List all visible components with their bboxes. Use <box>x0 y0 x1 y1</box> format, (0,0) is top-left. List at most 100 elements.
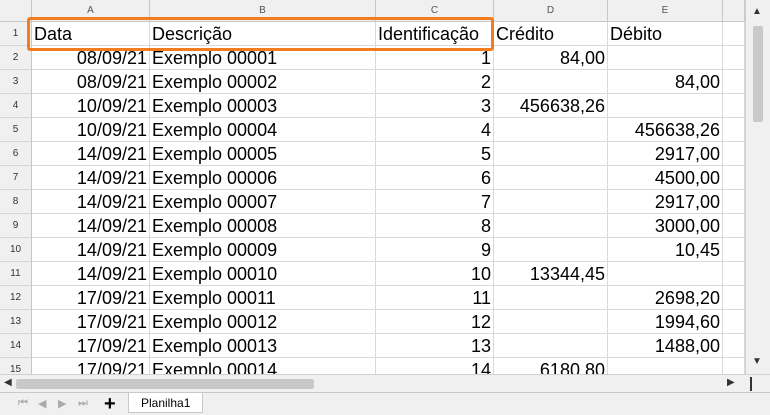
row-header[interactable]: 3 <box>0 70 32 94</box>
scroll-left-icon[interactable]: ◀ <box>4 377 12 388</box>
cell-c[interactable]: 3 <box>376 94 494 118</box>
spreadsheet-grid[interactable]: A B C D E 1 Data Descrição Identificação Crédito D… <box>0 0 770 415</box>
row-header[interactable]: 4 <box>0 94 32 118</box>
cell-c[interactable]: 11 <box>376 286 494 310</box>
sheet-tab-planilha1[interactable]: Planilha1 <box>128 393 204 413</box>
cell-f[interactable] <box>723 310 745 334</box>
row-header[interactable]: 7 <box>0 166 32 190</box>
cell-d[interactable] <box>494 214 608 238</box>
cell-c[interactable]: 1 <box>376 46 494 70</box>
row-header[interactable]: 13 <box>0 310 32 334</box>
horizontal-scrollbar[interactable]: ◀ ▶ <box>0 374 770 392</box>
cell-f[interactable] <box>723 238 745 262</box>
column-header-c[interactable]: C <box>376 0 494 22</box>
cell-b[interactable]: Exemplo 00007 <box>150 190 376 214</box>
next-sheet-icon[interactable]: ▶ <box>58 397 66 410</box>
cell-c[interactable]: 8 <box>376 214 494 238</box>
cell-e[interactable]: 1994,60 <box>608 310 723 334</box>
scroll-up-icon[interactable]: ▲ <box>752 6 762 17</box>
cell-b[interactable]: Exemplo 00003 <box>150 94 376 118</box>
header-cell-a[interactable]: Data <box>32 22 150 46</box>
header-cell-b[interactable]: Descrição <box>150 22 376 46</box>
column-header-a[interactable]: A <box>32 0 150 22</box>
vertical-scrollbar[interactable]: ▲ ▼ <box>745 0 770 374</box>
cell-f[interactable] <box>723 262 745 286</box>
cell-e[interactable] <box>608 46 723 70</box>
first-sheet-icon[interactable]: ⏮ <box>18 397 28 410</box>
cell-d[interactable] <box>494 166 608 190</box>
select-all-corner[interactable] <box>0 0 32 22</box>
cell-d[interactable] <box>494 70 608 94</box>
horizontal-scroll-thumb[interactable] <box>16 379 314 389</box>
cell-c[interactable]: 9 <box>376 238 494 262</box>
cell-c[interactable]: 7 <box>376 190 494 214</box>
cell-e[interactable]: 1488,00 <box>608 334 723 358</box>
column-header-d[interactable]: D <box>494 0 608 22</box>
cell-b[interactable]: Exemplo 00012 <box>150 310 376 334</box>
cell-c[interactable]: 13 <box>376 334 494 358</box>
row-header[interactable]: 2 <box>0 46 32 70</box>
cell-b[interactable]: Exemplo 00009 <box>150 238 376 262</box>
cell-e[interactable]: 4500,00 <box>608 166 723 190</box>
row-header[interactable]: 9 <box>0 214 32 238</box>
header-cell-c[interactable]: Identificação <box>376 22 494 46</box>
cell-f[interactable] <box>723 190 745 214</box>
cell-b[interactable]: Exemplo 00004 <box>150 118 376 142</box>
cell-a[interactable]: 10/09/21 <box>32 94 150 118</box>
add-sheet-button[interactable]: + <box>104 393 116 415</box>
cell-b[interactable]: Exemplo 00008 <box>150 214 376 238</box>
column-header-e[interactable]: E <box>608 0 723 22</box>
cell-b[interactable]: Exemplo 00006 <box>150 166 376 190</box>
cell-a[interactable]: 17/09/21 <box>32 310 150 334</box>
cell-a[interactable]: 14/09/21 <box>32 262 150 286</box>
cell-a[interactable]: 08/09/21 <box>32 46 150 70</box>
cell-e[interactable]: 2917,00 <box>608 190 723 214</box>
row-header[interactable]: 1 <box>0 22 32 46</box>
cell-f[interactable] <box>723 46 745 70</box>
scroll-right-icon[interactable]: ▶ <box>727 377 735 388</box>
cell-e[interactable]: 3000,00 <box>608 214 723 238</box>
vertical-scroll-thumb[interactable] <box>753 26 763 122</box>
cell-b[interactable]: Exemplo 00013 <box>150 334 376 358</box>
cell-d[interactable] <box>494 118 608 142</box>
cell-e[interactable]: 84,00 <box>608 70 723 94</box>
cell-d[interactable] <box>494 238 608 262</box>
header-cell-e[interactable]: Débito <box>608 22 723 46</box>
cell-c[interactable]: 6 <box>376 166 494 190</box>
column-header-b[interactable]: B <box>150 0 376 22</box>
cell-e[interactable]: 456638,26 <box>608 118 723 142</box>
cell-a[interactable]: 14/09/21 <box>32 238 150 262</box>
last-sheet-icon[interactable]: ⏭ <box>78 397 88 410</box>
cell-c[interactable]: 2 <box>376 70 494 94</box>
cell-c[interactable]: 12 <box>376 310 494 334</box>
cell-b[interactable]: Exemplo 00001 <box>150 46 376 70</box>
cell-e[interactable]: 10,45 <box>608 238 723 262</box>
row-header[interactable]: 5 <box>0 118 32 142</box>
row-header[interactable]: 10 <box>0 238 32 262</box>
cell-c[interactable]: 4 <box>376 118 494 142</box>
cell-a[interactable]: 17/09/21 <box>32 286 150 310</box>
scrollbar-splitter[interactable] <box>750 377 752 391</box>
cell-f[interactable] <box>723 70 745 94</box>
cell-f[interactable] <box>723 142 745 166</box>
cell-d[interactable] <box>494 334 608 358</box>
cell-e[interactable] <box>608 262 723 286</box>
cell-d[interactable]: 456638,26 <box>494 94 608 118</box>
cell-f[interactable] <box>723 22 745 46</box>
scroll-down-icon[interactable]: ▼ <box>752 356 762 367</box>
cell-d[interactable] <box>494 190 608 214</box>
cell-d[interactable] <box>494 310 608 334</box>
row-header[interactable]: 14 <box>0 334 32 358</box>
cell-a[interactable]: 10/09/21 <box>32 118 150 142</box>
cell-e[interactable]: 2917,00 <box>608 142 723 166</box>
row-header[interactable]: 6 <box>0 142 32 166</box>
cell-a[interactable]: 14/09/21 <box>32 214 150 238</box>
cell-e[interactable]: 2698,20 <box>608 286 723 310</box>
cell-d[interactable]: 13344,45 <box>494 262 608 286</box>
cell-a[interactable]: 14/09/21 <box>32 190 150 214</box>
cell-b[interactable]: Exemplo 00002 <box>150 70 376 94</box>
cell-c[interactable]: 5 <box>376 142 494 166</box>
cell-c[interactable]: 10 <box>376 262 494 286</box>
cell-b[interactable]: Exemplo 00005 <box>150 142 376 166</box>
cell-d[interactable] <box>494 286 608 310</box>
